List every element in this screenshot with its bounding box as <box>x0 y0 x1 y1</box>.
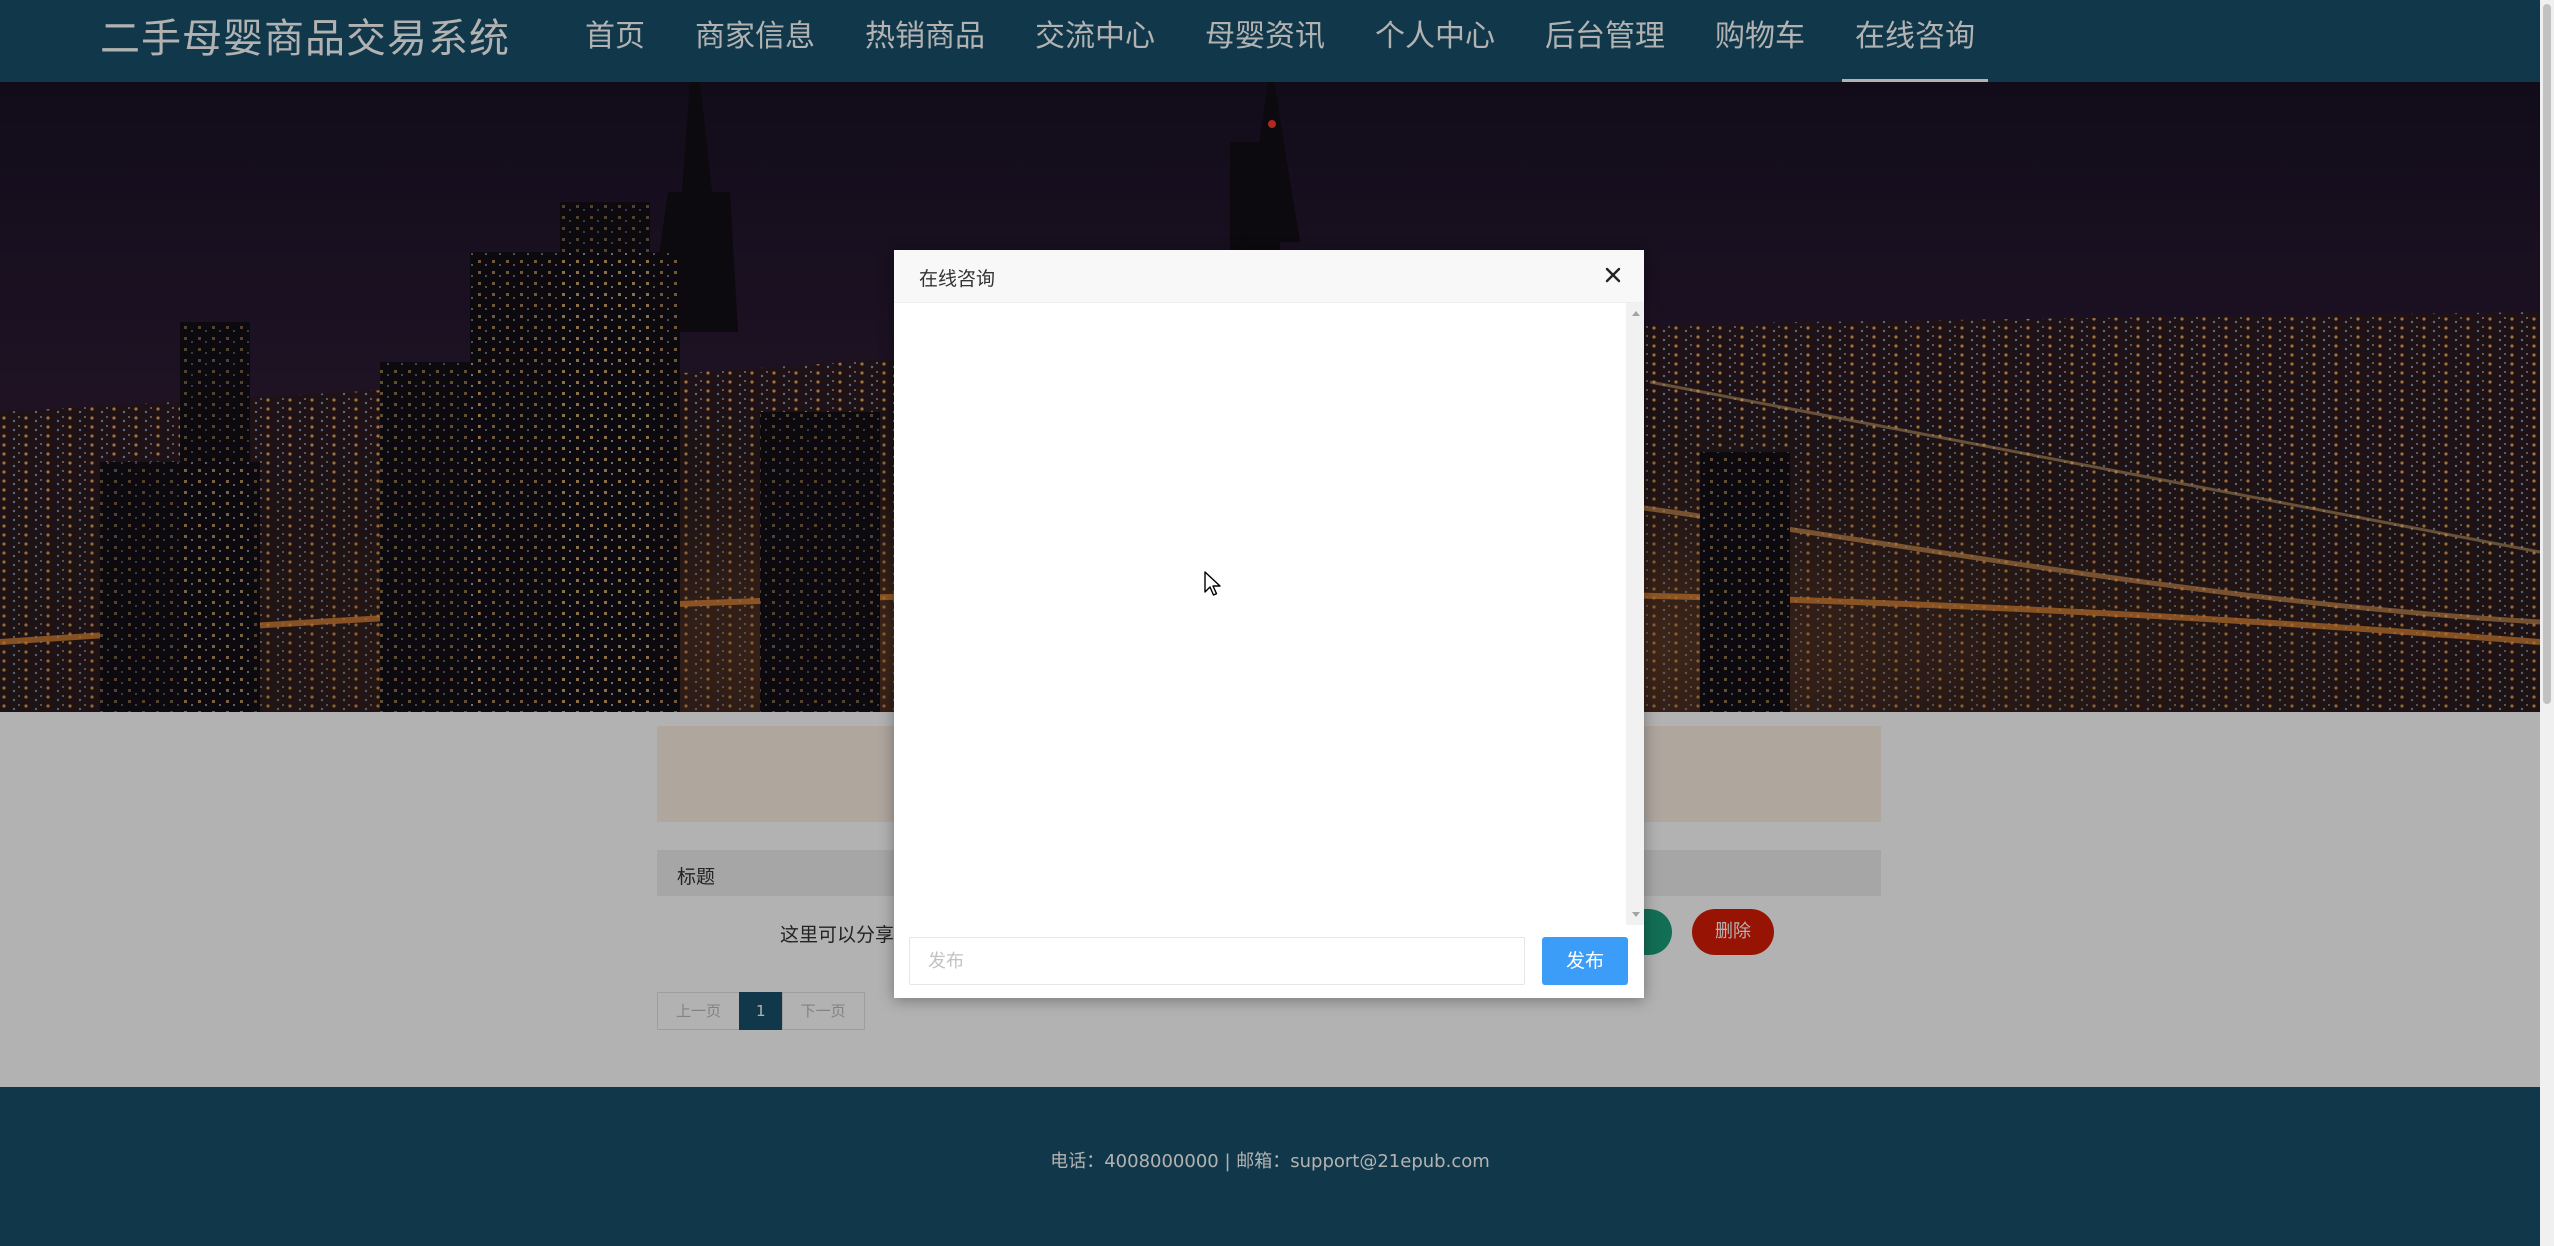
scroll-down-arrow-icon[interactable] <box>1632 912 1640 917</box>
dialog-title: 在线咨询 <box>919 268 996 290</box>
chat-scrollbar[interactable] <box>1626 303 1644 925</box>
consult-dialog: 在线咨询 发布 <box>894 250 1644 998</box>
dialog-header: 在线咨询 <box>894 250 1644 303</box>
close-icon[interactable] <box>1598 260 1628 290</box>
scroll-up-arrow-icon[interactable] <box>1632 311 1640 316</box>
mouse-cursor-icon <box>1204 571 1221 596</box>
message-input[interactable] <box>909 937 1525 985</box>
send-button[interactable]: 发布 <box>1542 937 1628 985</box>
dialog-footer: 发布 <box>894 925 1644 998</box>
chat-message-area[interactable] <box>894 303 1644 925</box>
page-scrollbar[interactable] <box>2540 0 2554 1246</box>
page-scrollbar-thumb[interactable] <box>2543 4 2551 704</box>
